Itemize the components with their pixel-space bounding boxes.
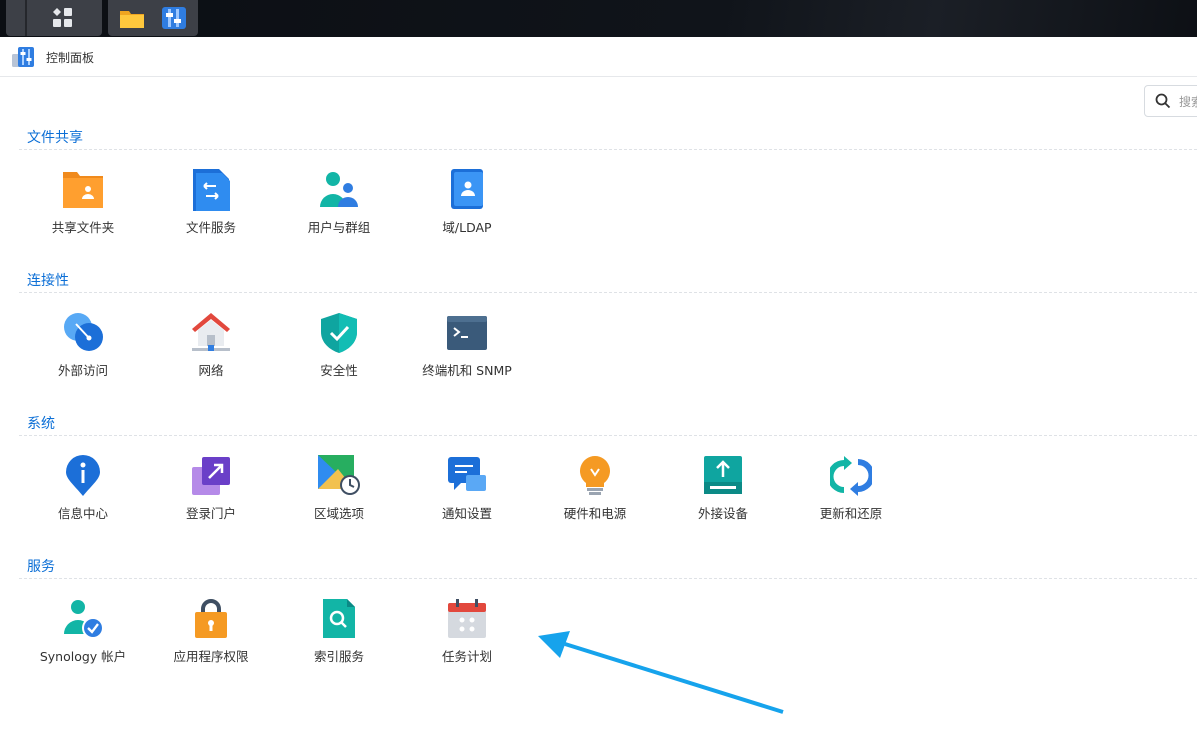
item-terminal-snmp[interactable]: 终端机和 SNMP bbox=[403, 312, 531, 392]
info-center-icon bbox=[66, 455, 100, 496]
task-scheduler-icon bbox=[448, 599, 486, 638]
indexing-service-icon bbox=[323, 599, 355, 638]
external-devices-icon bbox=[704, 456, 742, 494]
item-label: Synology 帐户 bbox=[39, 649, 127, 664]
item-label: 通知设置 bbox=[441, 506, 492, 521]
section-divider bbox=[19, 578, 1197, 579]
regional-options-icon bbox=[318, 455, 360, 495]
item-user-group[interactable]: 用户与群组 bbox=[275, 169, 403, 249]
item-security[interactable]: 安全性 bbox=[275, 312, 403, 392]
item-label: 登录门户 bbox=[185, 506, 236, 521]
section-title-connectivity: 连接性 bbox=[27, 273, 69, 289]
terminal-icon bbox=[447, 316, 487, 350]
item-notification[interactable]: 通知设置 bbox=[403, 455, 531, 535]
item-network[interactable]: 网络 bbox=[147, 312, 275, 392]
item-label: 硬件和电源 bbox=[563, 506, 627, 521]
item-label: 终端机和 SNMP bbox=[422, 363, 512, 378]
item-info-center[interactable]: 信息中心 bbox=[19, 455, 147, 535]
main-menu-grid-icon[interactable] bbox=[49, 4, 77, 32]
item-label: 网络 bbox=[198, 363, 224, 378]
item-task-scheduler[interactable]: 任务计划 bbox=[403, 598, 531, 678]
domain-ldap-icon bbox=[451, 169, 483, 209]
file-station-icon[interactable] bbox=[118, 4, 146, 32]
item-app-privileges[interactable]: 应用程序权限 bbox=[147, 598, 275, 678]
item-label: 索引服务 bbox=[313, 649, 364, 664]
item-regional-options[interactable]: 区域选项 bbox=[275, 455, 403, 535]
search-placeholder[interactable]: 搜索 bbox=[1179, 93, 1197, 110]
file-services-icon bbox=[193, 169, 230, 211]
item-label: 域/LDAP bbox=[442, 220, 492, 235]
item-label: 用户与群组 bbox=[307, 220, 371, 235]
search-icon bbox=[1155, 93, 1171, 109]
main-menu-slot[interactable] bbox=[6, 0, 102, 36]
section-title-services: 服务 bbox=[27, 559, 55, 575]
taskbar bbox=[0, 0, 1197, 37]
item-indexing-service[interactable]: 索引服务 bbox=[275, 598, 403, 678]
item-label: 外部访问 bbox=[57, 363, 108, 378]
window-title: 控制面板 bbox=[46, 51, 95, 65]
synology-account-icon bbox=[64, 600, 104, 639]
item-external-devices[interactable]: 外接设备 bbox=[659, 455, 787, 535]
item-label: 共享文件夹 bbox=[51, 220, 115, 235]
control-panel-taskbar-icon[interactable] bbox=[160, 4, 188, 32]
search-box[interactable]: 搜索 bbox=[1144, 85, 1197, 117]
shared-folder-icon bbox=[63, 172, 103, 208]
control-panel-logo-icon bbox=[12, 47, 34, 67]
item-domain-ldap[interactable]: 域/LDAP bbox=[403, 169, 531, 249]
item-label: 文件服务 bbox=[185, 220, 236, 235]
taskbar-divider bbox=[25, 0, 27, 36]
notification-icon bbox=[448, 457, 486, 491]
section-divider bbox=[19, 292, 1197, 293]
hardware-power-icon bbox=[580, 456, 610, 495]
update-restore-icon bbox=[830, 456, 872, 496]
item-hardware-power[interactable]: 硬件和电源 bbox=[531, 455, 659, 535]
item-label: 外接设备 bbox=[697, 506, 748, 521]
network-icon bbox=[192, 313, 230, 351]
item-label: 信息中心 bbox=[57, 506, 108, 521]
section-title-file-sharing: 文件共享 bbox=[27, 130, 83, 146]
section-divider bbox=[19, 149, 1197, 150]
security-shield-icon bbox=[321, 313, 357, 353]
pinned-apps-slot bbox=[108, 0, 198, 36]
item-synology-account[interactable]: Synology 帐户 bbox=[19, 598, 147, 678]
item-label: 安全性 bbox=[320, 363, 358, 378]
annotation-arrow-icon bbox=[538, 631, 784, 714]
section-divider bbox=[19, 435, 1197, 436]
section-title-system: 系统 bbox=[27, 416, 55, 432]
item-label: 区域选项 bbox=[313, 506, 364, 521]
item-external-access[interactable]: 外部访问 bbox=[19, 312, 147, 392]
user-group-icon bbox=[320, 172, 358, 207]
item-file-services[interactable]: 文件服务 bbox=[147, 169, 275, 249]
item-shared-folder[interactable]: 共享文件夹 bbox=[19, 169, 147, 249]
item-label: 任务计划 bbox=[441, 649, 492, 664]
window-header: 控制面板 bbox=[0, 37, 1197, 77]
item-login-portal[interactable]: 登录门户 bbox=[147, 455, 275, 535]
app-privileges-icon bbox=[195, 599, 227, 638]
item-label: 应用程序权限 bbox=[173, 649, 249, 664]
login-portal-icon bbox=[192, 457, 230, 495]
external-access-icon bbox=[64, 313, 103, 351]
item-update-restore[interactable]: 更新和还原 bbox=[787, 455, 915, 535]
item-label: 更新和还原 bbox=[819, 506, 883, 521]
